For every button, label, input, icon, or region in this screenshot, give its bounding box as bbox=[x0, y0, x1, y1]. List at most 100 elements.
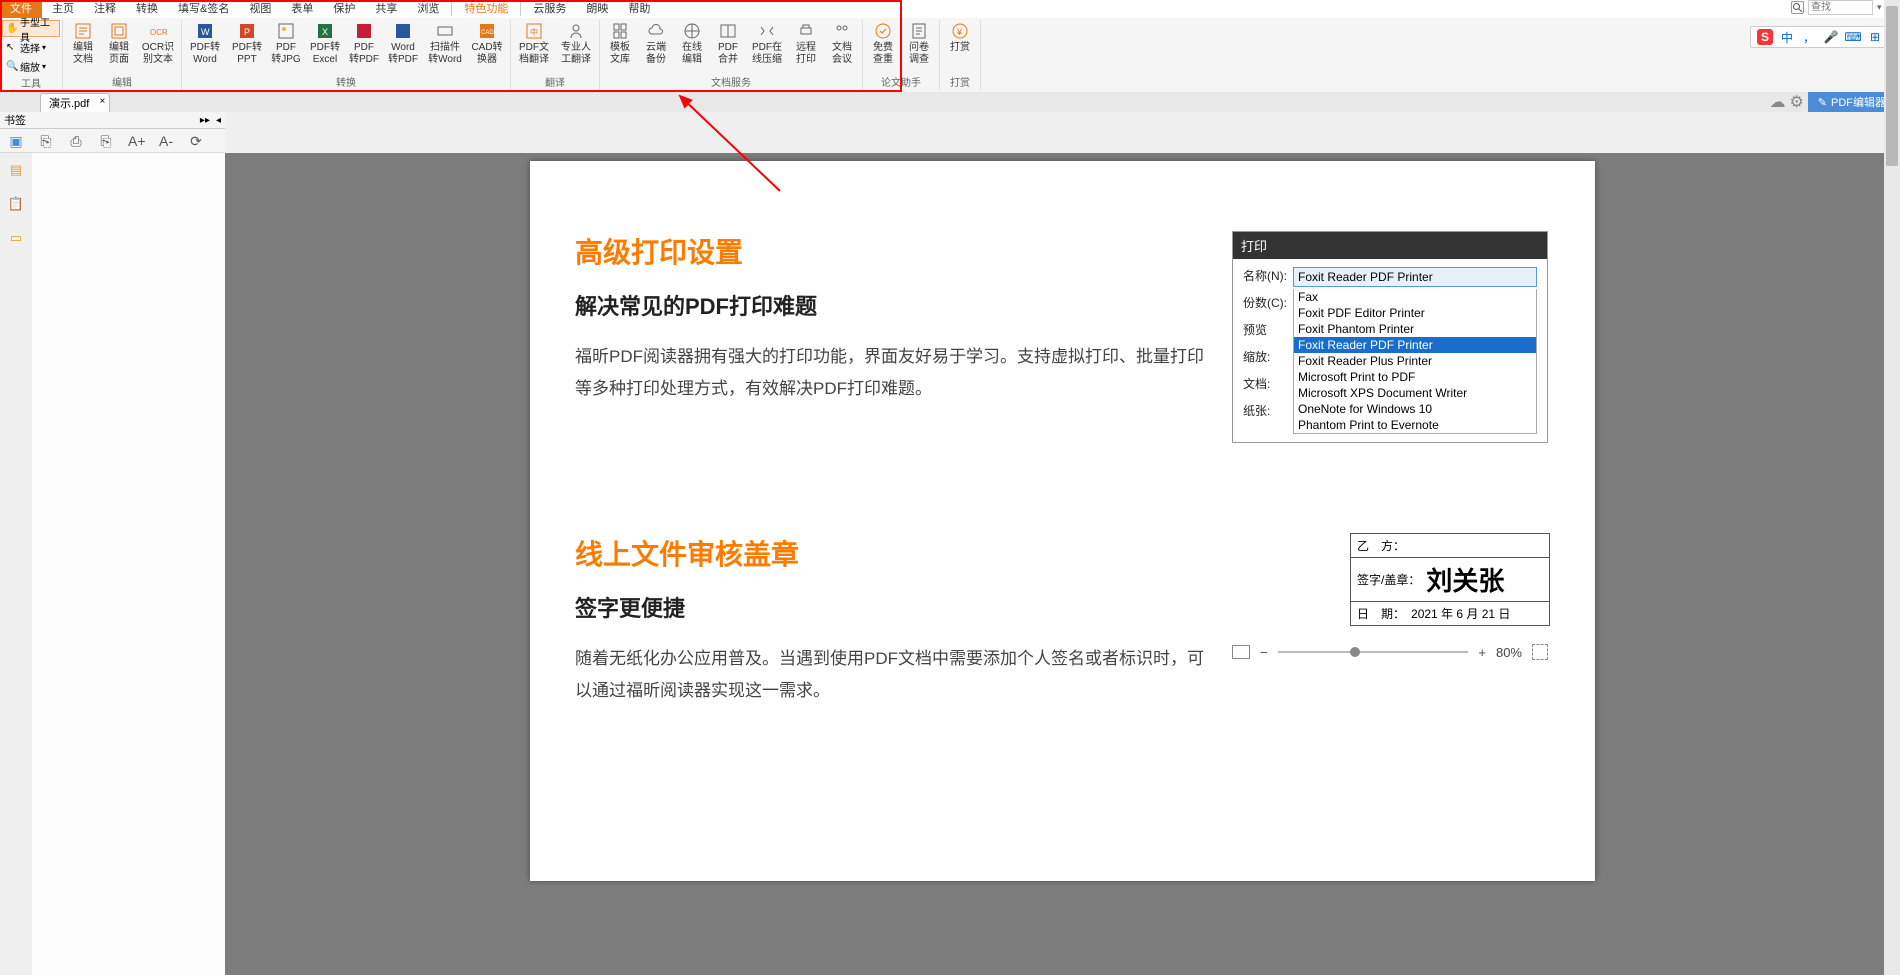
menu-file[interactable]: 文件 bbox=[0, 0, 42, 18]
hand-tool[interactable]: ✋手型工具 bbox=[2, 20, 60, 37]
settings-icon[interactable]: ⚙ bbox=[1789, 92, 1803, 112]
menu-features[interactable]: 特色功能 bbox=[454, 0, 518, 18]
zoom-thumb[interactable] bbox=[1350, 647, 1360, 657]
search-icon[interactable] bbox=[1791, 1, 1804, 14]
zoom-bar: − + 80% bbox=[1232, 644, 1548, 660]
cloud-icon bbox=[646, 21, 666, 41]
bookmark-close-icon[interactable]: ◂ bbox=[216, 115, 221, 126]
document-tab[interactable]: 演示.pdf × bbox=[40, 93, 110, 112]
zoom-plus[interactable]: + bbox=[1478, 645, 1486, 660]
printer-opt[interactable]: Microsoft XPS Document Writer bbox=[1294, 385, 1536, 401]
expand-icon[interactable] bbox=[1532, 644, 1548, 660]
ime-lang[interactable]: 中 bbox=[1779, 29, 1795, 45]
pdf-to-pdf[interactable]: PDF 转PDF bbox=[348, 20, 380, 66]
zoom-view-icon[interactable] bbox=[1232, 645, 1250, 659]
side-clipboard-icon[interactable]: 📋 bbox=[5, 193, 27, 215]
bm-tool-7[interactable]: ⟳ bbox=[188, 133, 204, 149]
scrollbar-thumb[interactable] bbox=[1886, 153, 1898, 166]
survey[interactable]: 问卷 调查 bbox=[903, 20, 935, 66]
document-tab-name: 演示.pdf bbox=[49, 98, 89, 110]
donate-button[interactable]: ¥打赏 bbox=[944, 20, 976, 54]
bm-tool-6[interactable]: A- bbox=[158, 133, 174, 149]
edit-page-icon bbox=[109, 21, 129, 41]
bm-tool-1[interactable]: ▣ bbox=[8, 133, 24, 149]
menu-browse[interactable]: 浏览 bbox=[407, 0, 449, 18]
ime-punct-icon[interactable]: ， bbox=[1801, 29, 1817, 45]
menu-share[interactable]: 共享 bbox=[365, 0, 407, 18]
menu-form[interactable]: 表单 bbox=[281, 0, 323, 18]
printer-opt[interactable]: Foxit Phantom Printer bbox=[1294, 321, 1536, 337]
menu-help[interactable]: 帮助 bbox=[618, 0, 660, 18]
ime-s-icon[interactable]: S bbox=[1757, 29, 1773, 45]
pdf-to-word[interactable]: WPDF转 Word bbox=[186, 20, 224, 66]
printer-opt[interactable]: Foxit PDF Editor Printer bbox=[1294, 305, 1536, 321]
online-edit[interactable]: 在线 编辑 bbox=[676, 20, 708, 66]
ime-mic-icon[interactable]: 🎤 bbox=[1823, 29, 1839, 45]
remote-print[interactable]: 远程 打印 bbox=[790, 20, 822, 66]
cad-convert[interactable]: CADCAD转 换器 bbox=[468, 20, 506, 66]
side-note-icon[interactable]: ▭ bbox=[5, 227, 27, 249]
search-dropdown-icon[interactable]: ▾ bbox=[1877, 2, 1882, 13]
pdf-editor-button[interactable]: ✎ PDF编辑器 bbox=[1808, 92, 1896, 112]
menu-home[interactable]: 主页 bbox=[42, 0, 84, 18]
select-tool[interactable]: ↖选择▾ bbox=[2, 39, 60, 56]
cloud-icon[interactable]: ☁ bbox=[1769, 92, 1785, 112]
bm-tool-2[interactable]: ⎘ bbox=[38, 133, 54, 149]
side-pages-icon[interactable]: ▤ bbox=[5, 159, 27, 181]
printer-opt[interactable]: Fax bbox=[1294, 289, 1536, 305]
pdf-to-jpg[interactable]: PDF 转JPG bbox=[270, 20, 302, 66]
scan-to-word[interactable]: 扫描件 转Word bbox=[426, 20, 464, 66]
free-check[interactable]: 免费 查重 bbox=[867, 20, 899, 66]
ocr-button[interactable]: OCROCR识 别文本 bbox=[139, 20, 177, 66]
svg-text:中: 中 bbox=[530, 27, 538, 37]
printer-opt[interactable]: Foxit Reader Plus Printer bbox=[1294, 353, 1536, 369]
pdf-merge[interactable]: PDF 合并 bbox=[712, 20, 744, 66]
printer-dropdown[interactable]: Fax Foxit PDF Editor Printer Foxit Phant… bbox=[1293, 289, 1537, 434]
menu-convert[interactable]: 转换 bbox=[126, 0, 168, 18]
bm-tool-3[interactable]: ⎙ bbox=[68, 133, 84, 149]
cloud-backup[interactable]: 云端 备份 bbox=[640, 20, 672, 66]
ribbon-group-docservice: 模板 文库 云端 备份 在线 编辑 PDF 合并 PDF在 线压缩 远程 打印 … bbox=[600, 20, 863, 90]
printer-select[interactable]: Foxit Reader PDF Printer bbox=[1293, 267, 1537, 287]
zoom-minus[interactable]: − bbox=[1260, 645, 1268, 660]
group-tools-label: 工具 bbox=[0, 75, 62, 91]
menu-read[interactable]: 朗映 bbox=[576, 0, 618, 18]
search-input[interactable] bbox=[1808, 0, 1873, 15]
menu-comment[interactable]: 注释 bbox=[84, 0, 126, 18]
pdf-to-excel[interactable]: XPDF转 Excel bbox=[306, 20, 344, 66]
edit-doc-button[interactable]: 编辑 文档 bbox=[67, 20, 99, 66]
ime-grid-icon[interactable]: ⊞ bbox=[1867, 29, 1883, 45]
section2-title: 线上文件审核盖章 bbox=[575, 533, 1204, 573]
bookmark-panel bbox=[32, 153, 225, 975]
zoom-tool[interactable]: 🔍缩放▾ bbox=[2, 58, 60, 75]
ribbon: ✋手型工具 ↖选择▾ 🔍缩放▾ 工具 编辑 文档 编辑 页面 OCROCR识 别… bbox=[0, 18, 1900, 92]
pdf-compress[interactable]: PDF在 线压缩 bbox=[748, 20, 786, 66]
ppt-icon: P bbox=[237, 21, 257, 41]
sign-party-label: 乙 方： bbox=[1357, 537, 1405, 554]
ribbon-left-tools: ✋手型工具 ↖选择▾ 🔍缩放▾ bbox=[0, 20, 62, 75]
human-icon bbox=[566, 21, 586, 41]
menu-protect[interactable]: 保护 bbox=[323, 0, 365, 18]
bm-tool-4[interactable]: ⎘ bbox=[98, 133, 114, 149]
bm-tool-5[interactable]: A+ bbox=[128, 133, 144, 149]
menu-view[interactable]: 视图 bbox=[239, 0, 281, 18]
edit-page-button[interactable]: 编辑 页面 bbox=[103, 20, 135, 66]
ime-keyboard-icon[interactable]: ⌨ bbox=[1845, 29, 1861, 45]
pdf-translate[interactable]: 中PDF文 档翻译 bbox=[515, 20, 553, 66]
menu-fillsign[interactable]: 填写&签名 bbox=[168, 0, 239, 18]
bookmark-collapse-icon[interactable]: ▸▸ bbox=[200, 115, 210, 126]
pdf-to-ppt[interactable]: PPDF转 PPT bbox=[228, 20, 266, 66]
printer-opt[interactable]: OneNote for Windows 10 bbox=[1294, 401, 1536, 417]
tab-close-icon[interactable]: × bbox=[100, 96, 106, 107]
document-view[interactable]: 高级打印设置 解决常见的PDF打印难题 福昕PDF阅读器拥有强大的打印功能，界面… bbox=[225, 153, 1900, 975]
vertical-scrollbar[interactable] bbox=[1884, 153, 1900, 975]
template-lib[interactable]: 模板 文库 bbox=[604, 20, 636, 66]
zoom-slider[interactable] bbox=[1278, 651, 1469, 653]
word-to-pdf[interactable]: Word 转PDF bbox=[384, 20, 422, 66]
human-translate[interactable]: 专业人 工翻译 bbox=[557, 20, 595, 66]
printer-opt[interactable]: Phantom Print to Evernote bbox=[1294, 417, 1536, 433]
printer-opt[interactable]: Microsoft Print to PDF bbox=[1294, 369, 1536, 385]
printer-opt-selected[interactable]: Foxit Reader PDF Printer bbox=[1294, 337, 1536, 353]
menu-cloud[interactable]: 云服务 bbox=[523, 0, 576, 18]
doc-meeting[interactable]: 文档 会议 bbox=[826, 20, 858, 66]
